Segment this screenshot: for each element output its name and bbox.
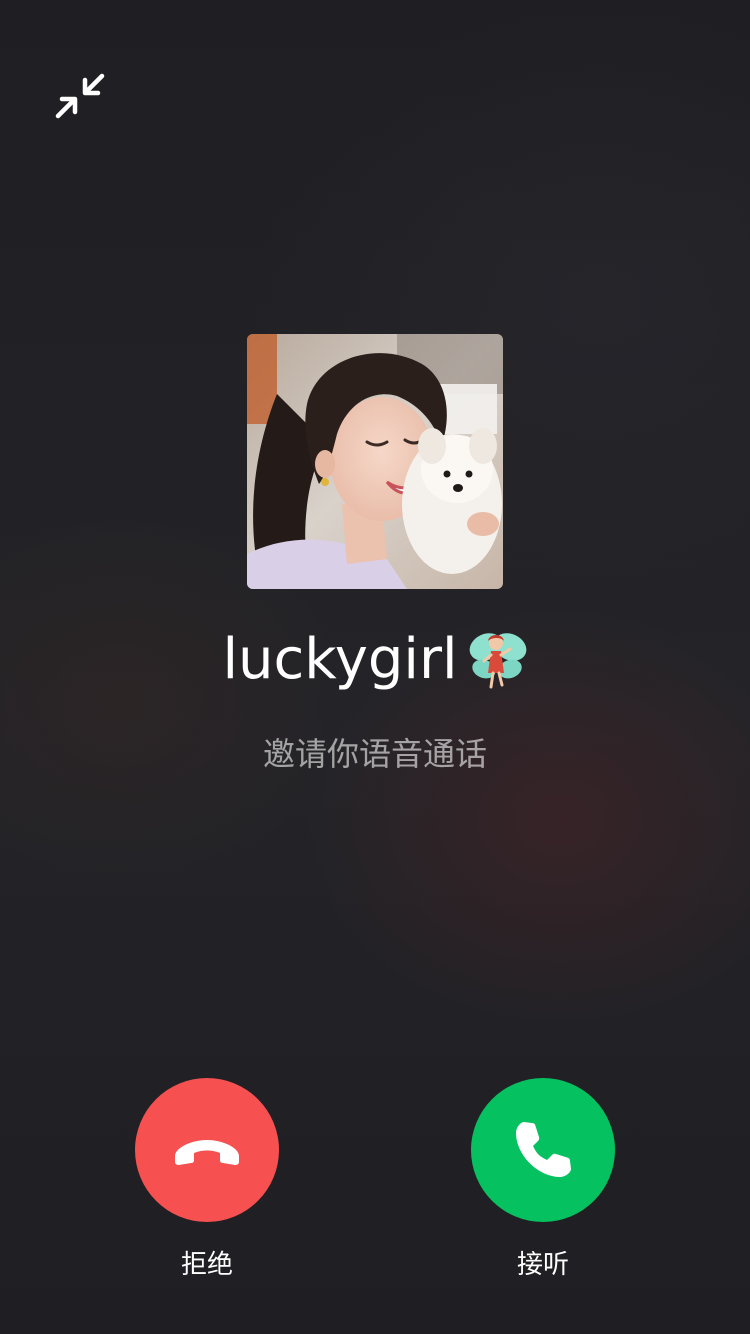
phone-hangup-icon [175,1140,239,1165]
caller-photo [247,334,503,589]
decline-label: 拒绝 [180,1250,233,1280]
caller-name: luckygirl [222,627,458,692]
caller-avatar[interactable] [247,334,503,589]
caller-name-row: luckygirl [0,622,750,698]
fairy-emoji [469,633,526,689]
phone-icon [516,1122,571,1177]
accept-label: 接听 [516,1250,569,1280]
call-status-text: 邀请你语音通话 [262,735,487,773]
decline-button[interactable] [135,1078,279,1222]
minimize-button[interactable] [52,70,108,122]
accept-button[interactable] [471,1078,615,1222]
minimize-arrows-icon [55,73,105,119]
